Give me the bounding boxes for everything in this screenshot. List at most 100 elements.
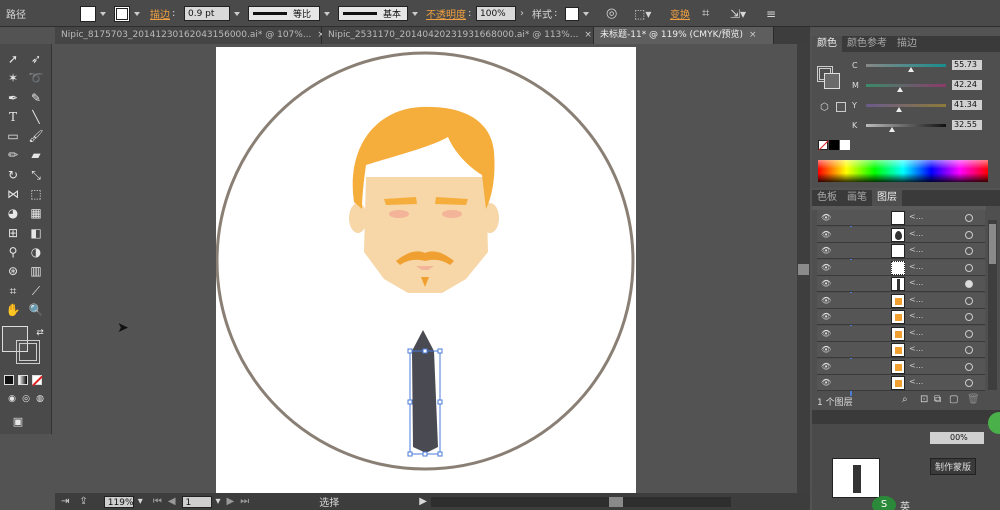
layer-name[interactable]: <... (909, 328, 923, 337)
pencil-tool-icon[interactable]: ✏ (3, 146, 23, 164)
width-tool-icon[interactable]: ⋈ (3, 185, 23, 203)
tab-color-guide[interactable]: 颜色参考 (842, 36, 892, 52)
layer-row[interactable]: 👁 <... (817, 309, 985, 325)
visibility-eye-icon[interactable]: 👁 (821, 345, 831, 355)
curvature-tool-icon[interactable]: ✎ (26, 89, 46, 107)
zoom-field[interactable]: 119% (103, 495, 134, 508)
layer-name[interactable]: <... (909, 212, 923, 221)
symbol-sprayer-icon[interactable]: ⊛ (3, 262, 23, 280)
none-mode-icon[interactable] (32, 375, 43, 387)
slider-k[interactable]: K 32.55 (852, 119, 982, 132)
magenta-track[interactable] (866, 83, 946, 87)
tab-document-1[interactable]: Nipic_8175703_20141230162043156000.ai* @… (55, 27, 325, 44)
fill-indicator[interactable] (824, 73, 840, 89)
layer-name[interactable]: <... (909, 311, 923, 320)
magic-wand-icon[interactable]: ✶ (3, 69, 23, 87)
align-icon[interactable]: ⬚▾ (634, 0, 651, 27)
layer-row[interactable]: 👁 <... (817, 375, 985, 391)
slider-knob[interactable] (889, 127, 896, 132)
layers-scrollbar[interactable] (988, 220, 997, 390)
layer-name[interactable]: <... (909, 377, 923, 386)
slider-knob[interactable] (907, 67, 914, 72)
visibility-eye-icon[interactable]: 👁 (821, 362, 831, 372)
share-icon[interactable]: ⇪ (79, 496, 87, 507)
transform-label[interactable]: 变换 (670, 0, 690, 27)
type-tool-icon[interactable]: T (3, 108, 23, 126)
slider-knob[interactable] (895, 107, 902, 112)
slider-c[interactable]: C 55.73 (852, 59, 982, 72)
horizontal-scrollbar[interactable] (430, 496, 731, 507)
layer-row[interactable]: 👁 <... (817, 210, 985, 226)
cyan-track[interactable] (866, 63, 946, 67)
artboard[interactable] (215, 47, 636, 493)
stroke-profile-dropdown[interactable]: 等比 (248, 0, 330, 27)
mesh-tool-icon[interactable]: ⊞ (3, 224, 23, 242)
black-swatch[interactable] (829, 140, 839, 150)
graphic-style-dropdown[interactable] (565, 0, 589, 27)
last-page-icon[interactable]: ⏭ (240, 496, 249, 507)
layer-row[interactable]: 👁 <... (817, 292, 985, 309)
visibility-eye-icon[interactable]: 👁 (821, 263, 831, 273)
layer-target-icon[interactable] (965, 329, 973, 338)
first-page-icon[interactable]: ⏮ (153, 496, 162, 507)
layer-target-icon[interactable] (965, 230, 973, 239)
visibility-eye-icon[interactable]: 👁 (821, 213, 831, 223)
zoom-tool-icon[interactable]: 🔍 (26, 301, 46, 319)
make-mask-button[interactable]: 制作蒙版 (930, 458, 977, 475)
color-spectrum[interactable] (818, 160, 988, 182)
white-swatch[interactable] (840, 140, 850, 150)
eraser-tool-icon[interactable]: ▰ (26, 146, 46, 164)
visibility-eye-icon[interactable]: 👁 (821, 296, 831, 306)
visibility-eye-icon[interactable]: 👁 (821, 378, 831, 388)
opacity-field[interactable]: 100% › (476, 0, 524, 27)
trash-icon[interactable]: 🗑 (967, 394, 980, 405)
layer-target-icon[interactable] (965, 296, 973, 305)
none-swatch[interactable] (818, 140, 829, 151)
brush-style-dropdown[interactable]: 基本 (338, 0, 418, 27)
direct-selection-tool-icon[interactable]: ➶ (26, 50, 46, 68)
stroke-color-box[interactable] (16, 340, 40, 364)
tab-document-2[interactable]: Nipic_2531170_20140420231931668000.ai* @… (322, 27, 594, 44)
layer-row[interactable]: 👁 <... (817, 243, 985, 259)
layer-row[interactable]: 👁 <... (817, 276, 985, 292)
slider-knob[interactable] (896, 87, 903, 92)
color-mode-icon[interactable] (4, 375, 14, 385)
layer-target-icon[interactable] (965, 280, 973, 288)
transparency-opacity-field[interactable]: 00% (930, 432, 984, 444)
stroke-label[interactable]: 描边: (150, 0, 175, 27)
free-transform-icon[interactable]: ⬚ (26, 185, 46, 203)
layer-name[interactable]: <... (909, 229, 923, 238)
lasso-icon[interactable]: ➰ (26, 69, 46, 87)
out-of-gamut-icon[interactable]: ⬡ (820, 102, 829, 113)
export-icon[interactable]: ⇥ (61, 496, 69, 507)
tab-brushes[interactable]: 画笔 (842, 190, 872, 206)
shape-builder-icon[interactable]: ◕ (3, 204, 23, 222)
eyedropper-icon[interactable]: ⚲ (3, 243, 23, 261)
layer-target-icon[interactable] (965, 247, 973, 255)
slider-m[interactable]: M 42.24 (852, 79, 982, 92)
panel-menu-icon[interactable]: ≡ (766, 0, 776, 27)
layer-target-icon[interactable] (965, 313, 973, 321)
pen-tool-icon[interactable]: ✒ (3, 89, 23, 107)
canvas-area[interactable]: ➤ (55, 44, 797, 493)
slice-tool-icon[interactable]: ⟋ (26, 282, 46, 300)
visibility-eye-icon[interactable]: 👁 (821, 279, 831, 289)
layer-target-icon[interactable] (965, 263, 973, 272)
perspective-grid-icon[interactable]: ▦ (26, 204, 46, 222)
hand-tool-icon[interactable]: ✋ (3, 301, 23, 319)
black-track[interactable] (866, 123, 946, 127)
visibility-eye-icon[interactable]: 👁 (821, 246, 831, 256)
scrollbar-thumb[interactable] (608, 496, 623, 507)
tab-layers[interactable]: 图层 (872, 190, 902, 206)
layer-name[interactable]: <... (909, 278, 923, 287)
stroke-color-dropdown[interactable] (114, 0, 140, 27)
ime-s-icon[interactable]: S (872, 496, 896, 510)
layer-row[interactable]: 👁 <... (817, 226, 985, 243)
close-icon[interactable]: × (584, 27, 592, 44)
tab-document-3[interactable]: 未标题-11* @ 119% (CMYK/预览) × (594, 27, 774, 44)
draw-inside-icon[interactable]: ◍ (30, 390, 50, 408)
layer-row[interactable]: 👁 <... (817, 342, 985, 358)
tab-color[interactable]: 颜色 (812, 36, 842, 52)
scale-tool-icon[interactable]: ⤡ (26, 166, 46, 184)
layer-name[interactable]: <... (909, 262, 923, 271)
